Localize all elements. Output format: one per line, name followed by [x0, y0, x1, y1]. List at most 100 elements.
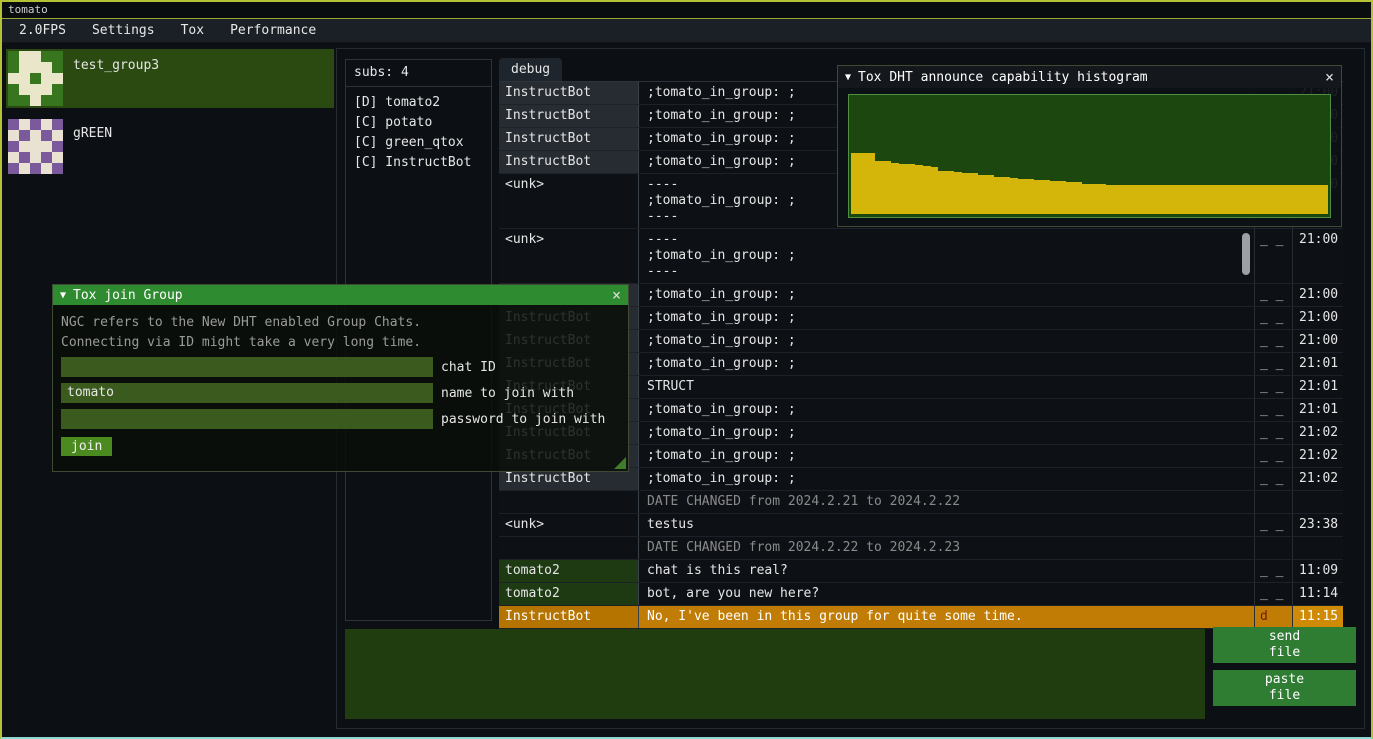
message-input[interactable] [345, 629, 1205, 719]
histogram-bar [1129, 185, 1137, 214]
message-text: ;tomato_in_group: ; [639, 422, 1255, 444]
dht-histogram-window: ▼ Tox DHT announce capability histogram … [837, 65, 1342, 227]
message-time: 21:00 [1293, 307, 1343, 329]
name-to-join-with-input[interactable]: tomato [61, 383, 433, 403]
message-time [1293, 491, 1343, 513]
histogram-bar [1026, 179, 1034, 214]
field-label: password to join with [441, 412, 605, 427]
paste-file-button[interactable]: paste file [1213, 670, 1356, 706]
histogram-bar [891, 163, 899, 214]
tab-debug[interactable]: debug [499, 58, 562, 81]
close-icon[interactable]: × [1325, 70, 1334, 84]
group-item-gREEN[interactable]: gREEN [6, 117, 334, 176]
subs-list-item[interactable]: [C] potato [354, 113, 483, 133]
histogram-bar [1074, 182, 1082, 214]
paste-file-label-line1: paste [1265, 672, 1304, 688]
chat-message-row[interactable]: tomato2bot, are you new here?_ _11:14 [499, 583, 1343, 606]
menu-item-20fps: 2.0FPS [6, 19, 79, 42]
histogram-bar [1050, 181, 1058, 214]
message-text: STRUCT [639, 376, 1255, 398]
chat-message-row[interactable]: tomato2chat is this real?_ _11:09 [499, 560, 1343, 583]
histogram-bar [859, 153, 867, 214]
menu-item-settings[interactable]: Settings [79, 19, 168, 42]
message-text: ;tomato_in_group: ; [639, 445, 1255, 467]
group-name: test_group3 [73, 51, 159, 106]
chat-message-row[interactable]: InstructBotNo, I've been in this group f… [499, 606, 1343, 629]
histogram-bar [970, 173, 978, 214]
chat-message-row[interactable]: <unk>testus_ _23:38 [499, 514, 1343, 537]
histogram-bar [1185, 185, 1193, 214]
menu-item-tox[interactable]: Tox [168, 19, 217, 42]
dht-histogram-title: Tox DHT announce capability histogram [858, 70, 1148, 85]
message-time: 11:09 [1293, 560, 1343, 582]
message-sender: tomato2 [499, 560, 639, 582]
chat-ID-input[interactable] [61, 357, 433, 377]
message-flags: _ _ [1255, 284, 1293, 306]
message-time: 21:00 [1293, 284, 1343, 306]
subs-list-item[interactable]: [D] tomato2 [354, 93, 483, 113]
message-flags [1255, 537, 1293, 559]
join-fields: chat IDtomatoname to join withpassword t… [61, 357, 620, 429]
group-item-test_group3[interactable]: test_group3 [6, 49, 334, 108]
message-text: ;tomato_in_group: ; [639, 284, 1255, 306]
message-text: testus [639, 514, 1255, 536]
histogram-bar [1098, 184, 1106, 214]
close-icon[interactable]: × [612, 288, 621, 302]
group-avatar [8, 119, 63, 174]
subs-list-item[interactable]: [C] green_qtox [354, 133, 483, 153]
message-text: chat is this real? [639, 560, 1255, 582]
histogram-bar [1090, 184, 1098, 214]
message-flags: _ _ [1255, 376, 1293, 398]
message-sender: <unk> [499, 229, 639, 283]
message-text: bot, are you new here? [639, 583, 1255, 605]
chat-message-row[interactable]: <unk>----;tomato_in_group: ;----_ _21:00 [499, 229, 1343, 284]
message-text: ;tomato_in_group: ; [639, 353, 1255, 375]
message-sender [499, 491, 639, 513]
histogram-bar [1193, 185, 1201, 214]
message-sender: tomato2 [499, 583, 639, 605]
group-list: test_group3 gREEN [6, 49, 334, 185]
histogram-bar [1233, 185, 1241, 214]
paste-file-label-line2: file [1269, 688, 1300, 704]
message-flags: _ _ [1255, 468, 1293, 490]
chat-scrollbar[interactable] [1242, 233, 1250, 275]
collapse-arrow-icon[interactable]: ▼ [845, 72, 851, 83]
histogram-bar [1217, 185, 1225, 214]
group-avatar [8, 51, 63, 106]
resize-grip-icon[interactable] [614, 457, 626, 469]
send-file-label-line1: send [1269, 629, 1300, 645]
histogram-bar [1241, 185, 1249, 214]
message-sender: <unk> [499, 174, 639, 228]
histogram-bar [1304, 185, 1312, 214]
menu-item-performance[interactable]: Performance [217, 19, 329, 42]
join-group-titlebar[interactable]: ▼ Tox join Group × [53, 285, 628, 305]
send-file-label-line2: file [1269, 645, 1300, 661]
join-field-row: tomato name to join with [61, 383, 620, 403]
join-field-row: password to join with [61, 409, 620, 429]
histogram-bar [1320, 185, 1328, 214]
histogram-bar [875, 161, 883, 214]
histogram-bar [1312, 185, 1320, 214]
dht-histogram-titlebar[interactable]: ▼ Tox DHT announce capability histogram … [838, 66, 1341, 88]
window-titlebar[interactable]: tomato [2, 2, 1371, 19]
date-separator-row[interactable]: DATE CHANGED from 2024.2.22 to 2024.2.23 [499, 537, 1343, 560]
message-time [1293, 537, 1343, 559]
histogram-bar [1265, 185, 1273, 214]
field-label: name to join with [441, 386, 574, 401]
password-to-join-with-input[interactable] [61, 409, 433, 429]
message-time: 21:00 [1293, 229, 1343, 283]
join-group-body: NGC refers to the New DHT enabled Group … [53, 305, 628, 464]
join-button[interactable]: join [61, 437, 112, 456]
message-time: 11:15 [1293, 606, 1343, 628]
histogram-bar [1225, 185, 1233, 214]
date-changed-text: DATE CHANGED from 2024.2.21 to 2024.2.22 [639, 491, 1255, 513]
dht-histogram-plot [848, 94, 1331, 218]
subs-list-item[interactable]: [C] InstructBot [354, 153, 483, 173]
message-flags: _ _ [1255, 514, 1293, 536]
histogram-bar [931, 167, 939, 214]
send-file-button[interactable]: send file [1213, 627, 1356, 663]
message-time: 11:14 [1293, 583, 1343, 605]
message-sender: InstructBot [499, 128, 639, 150]
date-separator-row[interactable]: DATE CHANGED from 2024.2.21 to 2024.2.22 [499, 491, 1343, 514]
collapse-arrow-icon[interactable]: ▼ [60, 290, 66, 301]
